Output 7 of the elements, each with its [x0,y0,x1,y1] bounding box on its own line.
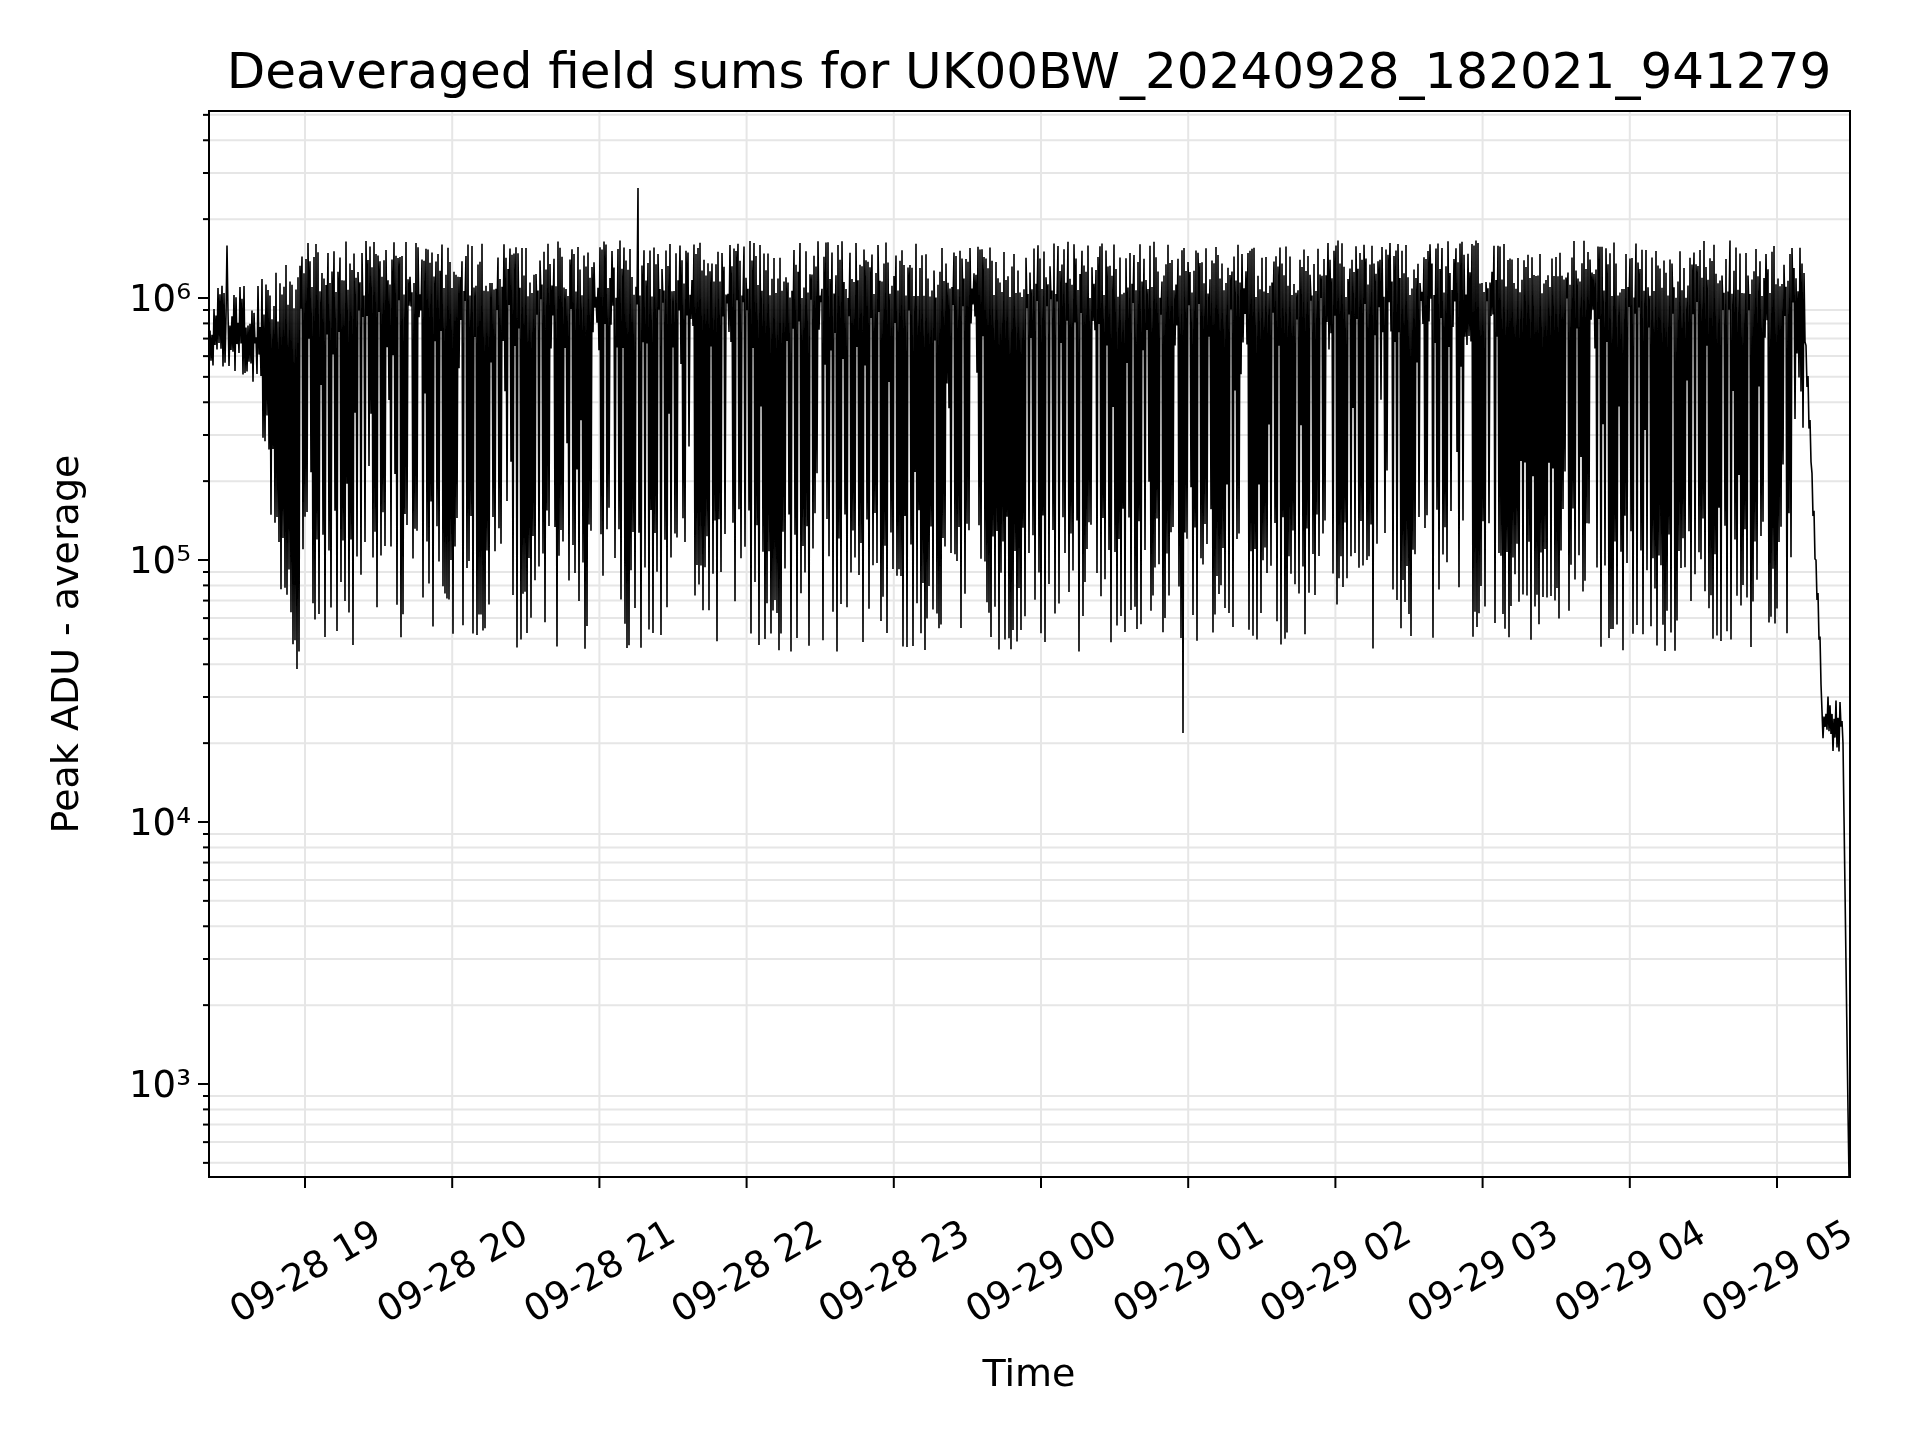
chart-title: Deaveraged field sums for UK00BW_20240928_182021_941279 [226,42,1832,100]
y-tick-label: 10⁴ [129,800,191,844]
y-tick-label: 10³ [129,1062,191,1106]
y-axis-label: Peak ADU - average [43,454,87,834]
y-tick-label: 10⁶ [129,276,191,320]
y-tick-label: 10⁵ [129,538,191,582]
x-axis-label: Time [982,1351,1076,1395]
